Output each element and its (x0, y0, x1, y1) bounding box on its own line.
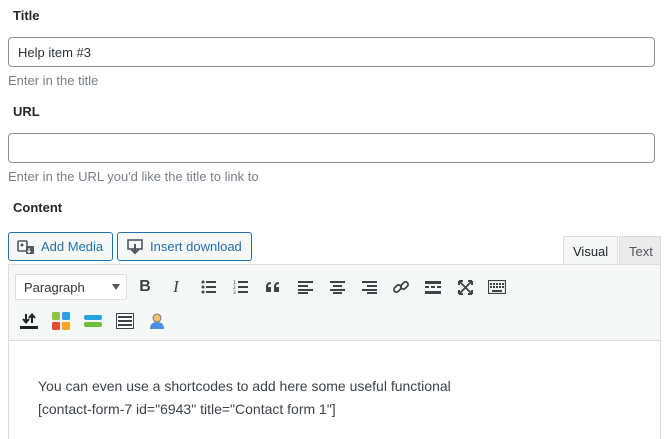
align-left-button[interactable] (292, 274, 318, 300)
content-editor: Paragraph B I 1 2 3 You can even use a s… (8, 264, 661, 439)
download-icon (126, 238, 144, 256)
align-left-icon (297, 280, 313, 294)
blockquote-icon (266, 282, 279, 292)
numbered-list-icon: 1 2 3 (233, 280, 248, 294)
content-line-2: [contact-form-7 id="6943" title="Contact… (38, 401, 336, 417)
italic-button[interactable]: I (163, 274, 189, 300)
insert-download-tb-button[interactable] (16, 308, 42, 334)
shortcode-list-icon (116, 313, 134, 329)
shortcode-list-button[interactable] (112, 308, 138, 334)
url-input[interactable] (8, 133, 655, 163)
bulleted-list-icon (201, 280, 216, 294)
link-icon (393, 281, 409, 293)
format-select-value: Paragraph (24, 279, 85, 295)
insert-download-label: Insert download (150, 239, 242, 254)
numbered-list-button[interactable]: 1 2 3 (228, 274, 254, 300)
editor-content[interactable]: You can even use a shortcodes to add her… (38, 375, 638, 421)
title-label: Title (13, 8, 40, 23)
align-right-icon (361, 280, 377, 294)
editor-toolbar: Paragraph B I 1 2 3 (9, 265, 660, 341)
italic-icon: I (173, 277, 179, 296)
tab-text[interactable]: Text (619, 236, 661, 265)
content-label: Content (13, 200, 63, 215)
title-hint: Enter in the title (8, 73, 99, 88)
url-hint: Enter in the URL you'd like the title to… (8, 169, 259, 184)
bold-button[interactable]: B (132, 274, 158, 300)
tab-visual[interactable]: Visual (563, 236, 619, 265)
align-right-button[interactable] (356, 274, 382, 300)
title-input[interactable] (8, 37, 655, 67)
shortcode-colors-button[interactable] (48, 308, 74, 334)
add-media-button[interactable]: Add Media (8, 232, 114, 261)
svg-text:3: 3 (233, 290, 236, 294)
add-media-label: Add Media (41, 239, 104, 254)
url-label: URL (13, 104, 40, 119)
align-center-button[interactable] (324, 274, 350, 300)
shortcode-bar-icon (84, 315, 102, 327)
read-more-icon (425, 280, 441, 294)
toolbar-toggle-button[interactable] (484, 274, 510, 300)
fullscreen-icon (457, 279, 473, 295)
user-shortcode-icon (150, 313, 164, 329)
align-center-icon (329, 280, 345, 294)
format-select[interactable]: Paragraph (15, 274, 127, 300)
shortcode-colors-icon (52, 312, 70, 330)
toolbar-toggle-icon (488, 280, 506, 294)
read-more-button[interactable] (420, 274, 446, 300)
bold-icon: B (139, 278, 151, 295)
blockquote-button[interactable] (260, 274, 286, 300)
insert-download-icon (20, 313, 38, 329)
fullscreen-button[interactable] (452, 274, 478, 300)
bulleted-list-button[interactable] (196, 274, 222, 300)
link-button[interactable] (388, 274, 414, 300)
shortcode-bar-button[interactable] (80, 308, 106, 334)
add-media-icon (17, 238, 35, 256)
insert-download-button[interactable]: Insert download (117, 232, 252, 261)
user-shortcode-button[interactable] (144, 308, 170, 334)
chevron-down-icon (112, 284, 120, 290)
content-line-1: You can even use a shortcodes to add her… (38, 378, 451, 394)
